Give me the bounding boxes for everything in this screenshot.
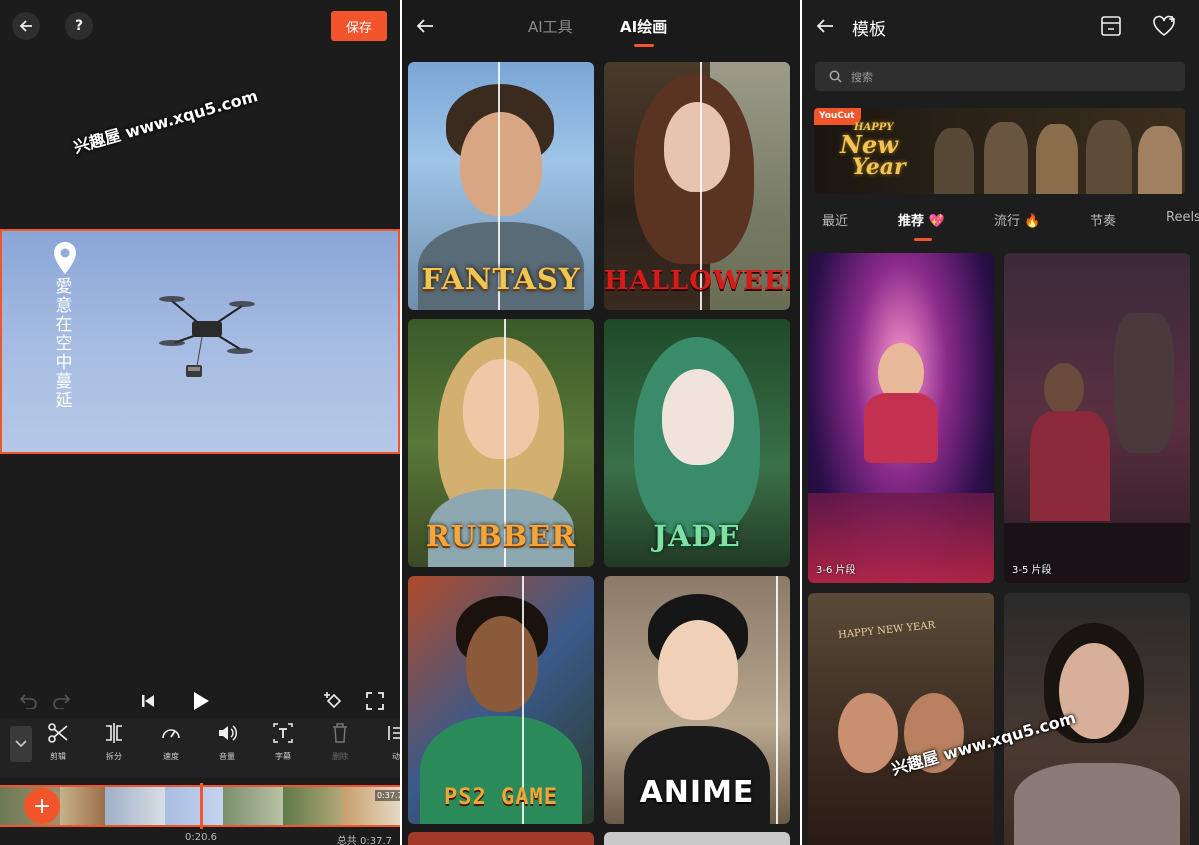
timeline-clip[interactable] — [165, 787, 223, 825]
timeline-clip[interactable] — [283, 787, 343, 825]
back-button[interactable] — [12, 12, 40, 40]
tab-ai-painting[interactable]: AI绘画 — [620, 16, 667, 37]
chevron-down-icon — [15, 740, 27, 748]
drafts-box-icon[interactable] — [1100, 15, 1122, 37]
tool-trim[interactable]: 剪辑 — [34, 722, 82, 762]
templates-panel: 模板 搜索 YouCut HAPPY New Year 最近 推荐 💖 流行 🔥… — [802, 0, 1199, 845]
ai-tabs: AI工具 AI绘画 — [402, 14, 800, 54]
search-icon — [829, 70, 842, 83]
total-time: 总共 0:37.7 — [336, 836, 392, 845]
promo-banner[interactable]: YouCut HAPPY New Year — [814, 108, 1185, 194]
watermark: 兴趣屋 www.xqu5.com — [71, 86, 260, 157]
question-mark-icon: ? — [74, 18, 84, 34]
scissors-icon — [48, 723, 68, 743]
segment-count: 3-5 片段 — [1012, 565, 1052, 576]
style-card-halloween[interactable]: HALLOWEEN — [604, 62, 790, 310]
keyframe-add-icon[interactable] — [324, 691, 344, 711]
tool-label: 字幕 — [275, 752, 291, 761]
page-title: 模板 — [852, 20, 886, 40]
speed-gauge-icon — [162, 729, 180, 739]
playhead[interactable] — [200, 783, 203, 829]
style-card-anime[interactable]: ANIME — [604, 576, 790, 824]
drone-image — [159, 296, 255, 377]
category-recommended[interactable]: 推荐 💖 — [898, 210, 945, 229]
timeline-clip[interactable] — [105, 787, 165, 825]
tool-label: 音量 — [219, 752, 235, 761]
tool-label: 动 — [392, 752, 400, 761]
edit-toolbar: 剪辑 拆分 速度 音量 字幕 删除 动 — [0, 718, 400, 778]
fullscreen-icon[interactable] — [366, 692, 384, 710]
style-card-partial[interactable] — [408, 832, 594, 845]
tool-label: 剪辑 — [50, 752, 66, 761]
play-icon[interactable] — [191, 690, 211, 712]
style-title: FANTASY — [421, 262, 581, 296]
template-card[interactable]: 3-6 片段 — [808, 253, 994, 583]
ai-painting-panel: AI工具 AI绘画 FANTASY HALLOWEEN RUBBER JADE — [402, 0, 800, 845]
style-card-fantasy[interactable]: FANTASY — [408, 62, 594, 310]
redo-icon[interactable] — [52, 693, 72, 709]
active-category-indicator — [914, 238, 932, 241]
current-time: 0:20.6 — [185, 832, 217, 843]
help-button[interactable]: ? — [65, 12, 93, 40]
tool-split[interactable]: 拆分 — [90, 722, 138, 762]
timeline-clip[interactable] — [223, 787, 283, 825]
tab-ai-tools[interactable]: AI工具 — [528, 16, 573, 37]
segment-count: 3-6 片段 — [816, 565, 856, 576]
text-icon — [273, 723, 293, 743]
category-trending[interactable]: 流行 🔥 — [994, 210, 1040, 229]
save-button[interactable]: 保存 — [331, 11, 387, 41]
template-card[interactable]: HAPPY NEW YEAR — [808, 593, 994, 845]
animation-icon — [388, 726, 400, 740]
tool-label: 删除 — [332, 752, 348, 761]
category-rhythm[interactable]: 节奏 — [1090, 210, 1116, 229]
style-card-partial[interactable] — [604, 832, 790, 845]
banner-headline: HAPPY New Year — [840, 122, 906, 180]
location-pin-icon — [54, 242, 76, 274]
tool-delete[interactable]: 删除 — [316, 722, 364, 762]
tool-volume[interactable]: 音量 — [203, 722, 251, 762]
tool-label: 拆分 — [106, 752, 122, 761]
tool-subtitle[interactable]: 字幕 — [259, 722, 307, 762]
overlay-caption: 愛意在空中蔓延 — [55, 277, 73, 411]
template-card[interactable]: 3-5 片段 — [1004, 253, 1190, 583]
volume-icon — [219, 725, 238, 741]
active-tab-indicator — [634, 44, 654, 47]
clip-duration-badge: 0:37.7 — [375, 790, 400, 801]
collapse-toolbar-button[interactable] — [10, 726, 32, 762]
video-editor-panel: ? 保存 兴趣屋 www.xqu5.com 愛意在空中蔓延 剪辑 拆分 速度 音… — [0, 0, 400, 845]
style-card-ps2-game[interactable]: PS2 GAME — [408, 576, 594, 824]
add-clip-button[interactable]: + — [24, 788, 60, 824]
category-reels[interactable]: Reels — [1166, 210, 1199, 225]
trash-icon — [333, 723, 347, 743]
style-card-rubber[interactable]: RUBBER — [408, 319, 594, 567]
card-overlay-text: HAPPY NEW YEAR — [837, 619, 936, 642]
category-recent[interactable]: 最近 — [822, 210, 848, 229]
plus-icon: + — [32, 793, 52, 819]
split-icon — [106, 723, 122, 743]
favorites-heart-icon[interactable] — [1152, 15, 1176, 37]
style-title: JADE — [653, 519, 741, 553]
style-title: PS2 GAME — [444, 785, 558, 810]
arrow-left-icon[interactable] — [816, 18, 834, 34]
style-card-jade[interactable]: JADE — [604, 319, 790, 567]
tool-animation[interactable]: 动 — [372, 722, 400, 762]
style-title: RUBBER — [425, 519, 577, 553]
skip-to-start-icon[interactable] — [140, 693, 156, 709]
style-title: ANIME — [639, 775, 755, 810]
timeline-clip[interactable] — [60, 787, 105, 825]
style-title: HALLOWEEN — [604, 266, 790, 296]
search-input[interactable]: 搜索 — [815, 62, 1185, 91]
video-preview[interactable]: 愛意在空中蔓延 — [0, 229, 400, 454]
undo-icon[interactable] — [18, 693, 38, 709]
arrow-left-icon — [19, 20, 32, 32]
playback-controls — [0, 688, 400, 714]
search-placeholder: 搜索 — [851, 71, 873, 84]
tool-speed[interactable]: 速度 — [147, 722, 195, 762]
tool-label: 速度 — [163, 752, 179, 761]
